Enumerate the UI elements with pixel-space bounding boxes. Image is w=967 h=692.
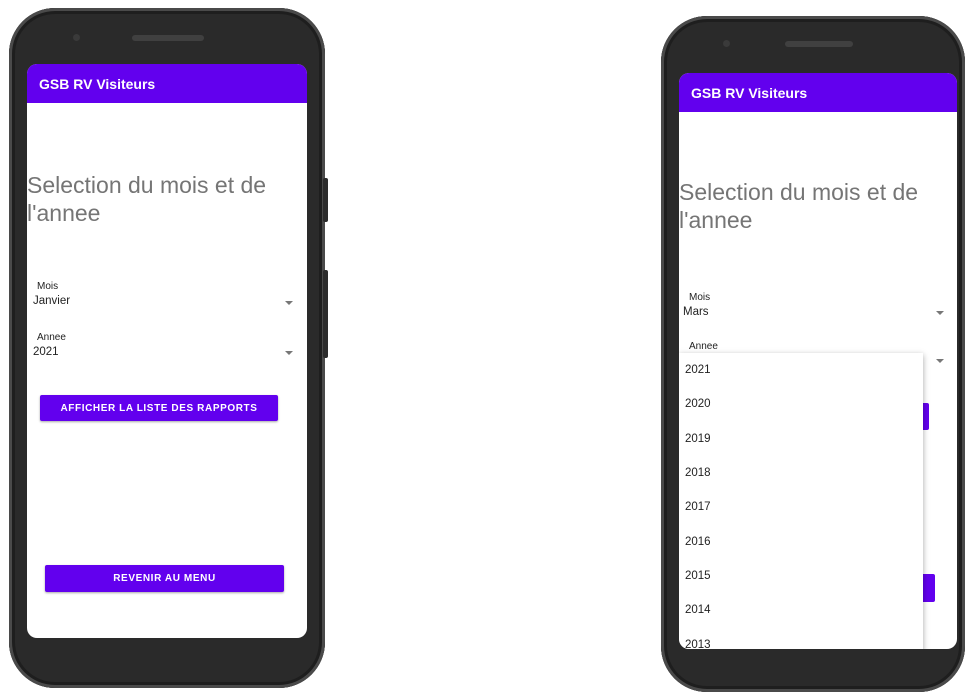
volume-button <box>323 178 328 222</box>
month-label: Mois <box>37 281 59 292</box>
screen-right: GSB RV Visiteurs Selection du mois et de… <box>679 73 957 649</box>
dropdown-option[interactable]: 2018 <box>679 456 923 490</box>
app-bar: GSB RV Visiteurs <box>679 73 957 112</box>
dropdown-option[interactable]: 2014 <box>679 593 923 627</box>
month-value: Janvier <box>33 295 71 307</box>
show-reports-button[interactable]: AFFICHER LA LISTE DES RAPPORTS <box>40 395 278 421</box>
front-camera-icon <box>73 34 80 41</box>
month-dropdown-caret-icon <box>936 311 944 315</box>
page-heading: Selection du mois et de l'annee <box>679 179 919 233</box>
year-label: Annee <box>689 341 718 352</box>
month-spinner[interactable]: Janvier <box>27 292 299 312</box>
month-spinner[interactable]: Mars <box>679 303 949 323</box>
year-label: Annee <box>37 332 66 343</box>
dropdown-option[interactable]: 2016 <box>679 524 923 558</box>
dropdown-option[interactable]: 2015 <box>679 559 923 593</box>
page-heading: Selection du mois et de l'annee <box>27 172 267 226</box>
speaker-grille <box>785 41 853 47</box>
app-title: GSB RV Visiteurs <box>39 75 156 92</box>
app-title: GSB RV Visiteurs <box>691 84 808 101</box>
dropdown-option[interactable]: 2019 <box>679 422 923 456</box>
year-spinner[interactable]: 2021 <box>27 343 299 363</box>
app-bar: GSB RV Visiteurs <box>27 64 307 103</box>
month-label: Mois <box>689 292 711 303</box>
power-button <box>323 270 328 358</box>
speaker-grille <box>132 35 204 41</box>
dropdown-option[interactable]: 2017 <box>679 490 923 524</box>
year-dropdown-caret-icon <box>936 359 944 363</box>
front-camera-icon <box>723 40 730 47</box>
back-to-menu-button[interactable]: REVENIR AU MENU <box>45 565 284 592</box>
dropdown-option[interactable]: 2020 <box>679 387 923 421</box>
dropdown-option[interactable]: 2013 <box>679 627 923 649</box>
year-value: 2021 <box>33 346 59 358</box>
year-dropdown-list[interactable]: 2021 2020 2019 2018 2017 2016 2015 2014 … <box>679 353 923 649</box>
year-dropdown-caret-icon <box>285 351 293 355</box>
screen-left: GSB RV Visiteurs Selection du mois et de… <box>27 64 307 638</box>
month-dropdown-caret-icon <box>285 301 293 305</box>
month-value: Mars <box>683 306 709 318</box>
dropdown-option[interactable]: 2021 <box>679 353 923 387</box>
